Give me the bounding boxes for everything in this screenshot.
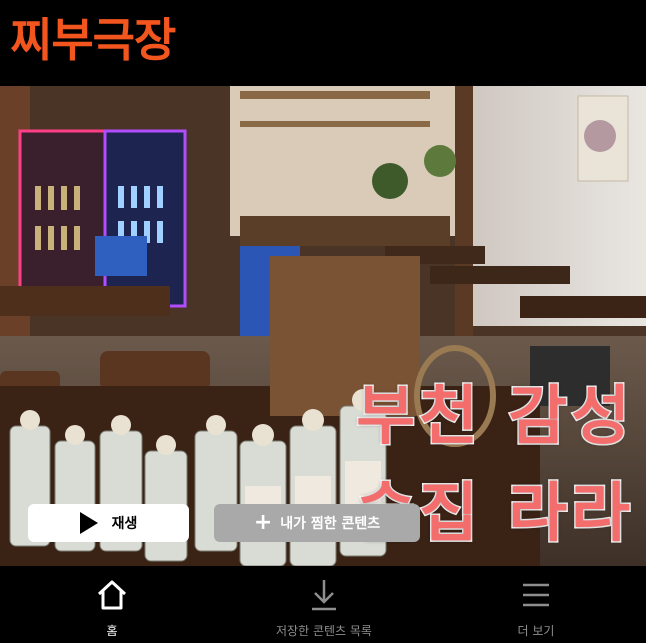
download-icon	[309, 578, 339, 612]
play-icon	[79, 512, 98, 534]
play-button[interactable]: 재생	[28, 504, 189, 542]
tab-home-label: 홈	[106, 624, 118, 638]
tab-more[interactable]: 더 보기	[456, 566, 616, 643]
tab-more-label: 더 보기	[517, 624, 555, 638]
brand-title[interactable]: 찌부극장	[10, 12, 176, 68]
tab-saved-label: 저장한 콘텐츠 목록	[276, 624, 372, 638]
tab-home[interactable]: 홈	[32, 566, 192, 643]
favorites-label: 내가 찜한 콘텐츠	[280, 516, 381, 532]
app-header: 찌부극장	[0, 0, 646, 86]
overlay-title-line1: 부천 감성	[355, 380, 634, 454]
menu-icon	[521, 578, 551, 612]
add-to-favorites-button[interactable]: + 내가 찜한 콘텐츠	[214, 504, 420, 542]
play-label: 재생	[111, 516, 138, 532]
hero-banner[interactable]: 부천 감성 술집 라라	[0, 86, 646, 566]
plus-icon: +	[253, 510, 273, 535]
home-icon	[95, 578, 129, 612]
bottom-tab-bar: 홈 저장한 콘텐츠 목록 더 보기	[0, 566, 646, 643]
tab-saved-content[interactable]: 저장한 콘텐츠 목록	[244, 566, 404, 643]
